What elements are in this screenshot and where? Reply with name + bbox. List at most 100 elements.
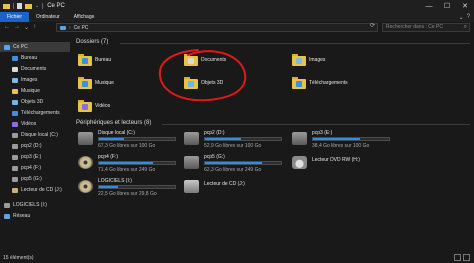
sidebar-item-label: Vidéos (21, 121, 37, 127)
separator (42, 3, 44, 9)
documents-folder-icon (184, 53, 198, 67)
hard-drive-icon (78, 156, 93, 169)
sidebar-item-pictures[interactable]: Images (0, 75, 70, 85)
drive-g[interactable]: pcp5 (G:) 62,3 Go libres sur 249 Go (184, 154, 284, 174)
sidebar-item-drive-g[interactable]: pcp5 (G:) (0, 174, 70, 184)
folder-documents[interactable]: Documents (184, 51, 226, 69)
drive-cd-j[interactable]: Lecteur de CD (J:) (184, 178, 284, 198)
sidebar-item-label: Documents (21, 66, 47, 72)
address-bar[interactable]: › Ce PC (56, 23, 378, 32)
search-input[interactable]: Rechercher dans : Ce PC ⌕ (382, 23, 470, 32)
drive-free-space: 71,4 Go libres sur 249 Go (98, 167, 156, 173)
sidebar-item-network[interactable]: Réseau (0, 211, 70, 221)
tab-computer[interactable]: Ordinateur (29, 12, 67, 22)
drive-icon (12, 165, 18, 171)
maximize-button[interactable]: ☐ (438, 0, 456, 12)
navigation-pane: Ce PC Bureau Documents Images Musique Ob… (0, 34, 70, 251)
minimize-button[interactable]: — (420, 0, 438, 12)
drive-usage-fill (313, 138, 361, 140)
desktop-folder-icon (78, 53, 92, 67)
drive-usage-bar (98, 137, 176, 141)
drive-label: Disque local (C:) (98, 130, 135, 136)
folder-desktop[interactable]: Bureau (78, 51, 111, 69)
folders-group-title[interactable]: Dossiers (7) (76, 39, 108, 45)
large-icons-view-button[interactable] (463, 254, 470, 261)
folder-downloads[interactable]: Téléchargements (292, 74, 348, 92)
documents-icon (12, 66, 18, 72)
refresh-button[interactable]: ⟳ (370, 22, 375, 29)
drive-usage-fill (205, 162, 262, 164)
details-view-button[interactable] (454, 254, 461, 261)
sidebar-item-downloads[interactable]: Téléchargements (0, 108, 70, 118)
separator (13, 3, 14, 9)
expand-ribbon-icon[interactable]: ⌄ (459, 14, 464, 21)
drive-icon (12, 143, 18, 149)
sidebar-item-documents[interactable]: Documents (0, 64, 70, 74)
up-button[interactable]: ↑ (33, 24, 36, 31)
drive-label: Lecteur DVD RW (H:) (312, 157, 360, 163)
sidebar-item-desktop[interactable]: Bureau (0, 53, 70, 63)
title-bar: ⌄ Ce PC — ☐ ✕ (0, 0, 474, 12)
chevron-right-icon: › (69, 24, 71, 31)
hard-drive-icon (184, 132, 199, 145)
drive-f[interactable]: pcp4 (F:) 71,4 Go libres sur 249 Go (78, 154, 178, 174)
sidebar-item-label: Téléchargements (21, 110, 60, 116)
drive-label: LOGICIELS (I:) (98, 178, 132, 184)
sidebar-item-logiciels[interactable]: LOGICIELS (I:) (0, 200, 70, 210)
sidebar-item-cd-drive-j[interactable]: Lecteur de CD (J:) (0, 185, 70, 195)
folder-3d-objects[interactable]: Objets 3D (184, 74, 223, 92)
sidebar-item-drive-d[interactable]: pcp2 (D:) (0, 141, 70, 151)
drive-logiciels-i[interactable]: LOGICIELS (I:) 22,5 Go libres sur 29,8 G… (78, 178, 178, 198)
ribbon: Fichier Ordinateur Affichage ⌄ ? (0, 12, 474, 22)
tab-file[interactable]: Fichier (0, 12, 30, 22)
sidebar-item-drive-f[interactable]: pcp4 (F:) (0, 163, 70, 173)
drive-label: pcp4 (F:) (98, 154, 119, 160)
search-icon: ⌕ (463, 24, 467, 30)
desktop-icon (12, 55, 18, 61)
new-folder-icon[interactable] (25, 3, 32, 9)
recent-locations-button[interactable]: ⌄ (24, 24, 29, 31)
sidebar-item-label: Lecteur de CD (J:) (21, 187, 62, 193)
hard-drive-icon (78, 132, 93, 145)
sidebar-item-label: Bureau (21, 55, 38, 61)
sidebar-item-music[interactable]: Musique (0, 86, 70, 96)
window-title: Ce PC (47, 3, 65, 9)
music-folder-icon (78, 76, 92, 90)
drive-d[interactable]: pcp2 (D:) 52,9 Go libres sur 100 Go (184, 130, 284, 150)
devices-group-title[interactable]: Périphériques et lecteurs (8) (76, 120, 151, 126)
tab-view[interactable]: Affichage (67, 12, 102, 22)
divider (120, 43, 470, 44)
forward-button[interactable]: → (14, 24, 20, 31)
sidebar-item-this-pc[interactable]: Ce PC (0, 42, 70, 52)
drive-icon (4, 202, 10, 208)
folder-pictures[interactable]: Images (292, 51, 325, 69)
disc-drive-icon (78, 180, 93, 193)
drive-dvd-h[interactable]: Lecteur DVD RW (H:) (292, 154, 392, 174)
sidebar-item-videos[interactable]: Vidéos (0, 119, 70, 129)
folder-label: Objets 3D (201, 80, 224, 86)
drive-e[interactable]: pcp3 (E:) 38,4 Go libres sur 100 Go (292, 130, 392, 150)
pictures-folder-icon (292, 53, 306, 67)
sidebar-item-label: Images (21, 77, 38, 83)
folder-music[interactable]: Musique (78, 74, 114, 92)
downloads-folder-icon (292, 76, 306, 90)
back-button[interactable]: ← (4, 24, 10, 31)
pc-icon (4, 44, 10, 50)
help-icon[interactable]: ? (467, 14, 470, 20)
properties-icon[interactable] (17, 3, 22, 9)
hard-drive-icon (184, 156, 199, 169)
drive-icon (12, 132, 18, 138)
sidebar-item-drive-c[interactable]: Disque local (C:) (0, 130, 70, 140)
address-row: ← → ⌄ ↑ › Ce PC ⟳ Rechercher dans : Ce P… (0, 22, 474, 33)
sidebar-item-drive-e[interactable]: pcp3 (E:) (0, 152, 70, 162)
quick-access-dropdown-icon[interactable]: ⌄ (35, 3, 39, 9)
close-button[interactable]: ✕ (456, 0, 474, 12)
folder-label: Bureau (95, 57, 112, 63)
drive-label: pcp3 (E:) (312, 130, 333, 136)
folder-videos[interactable]: Vidéos (78, 97, 110, 115)
sidebar-item-3d-objects[interactable]: Objets 3D (0, 97, 70, 107)
drive-c[interactable]: Disque local (C:) 67,3 Go libres sur 100… (78, 130, 178, 150)
videos-folder-icon (78, 99, 92, 113)
drive-free-space: 38,4 Go libres sur 100 Go (312, 143, 370, 149)
drive-free-space: 67,3 Go libres sur 100 Go (98, 143, 156, 149)
